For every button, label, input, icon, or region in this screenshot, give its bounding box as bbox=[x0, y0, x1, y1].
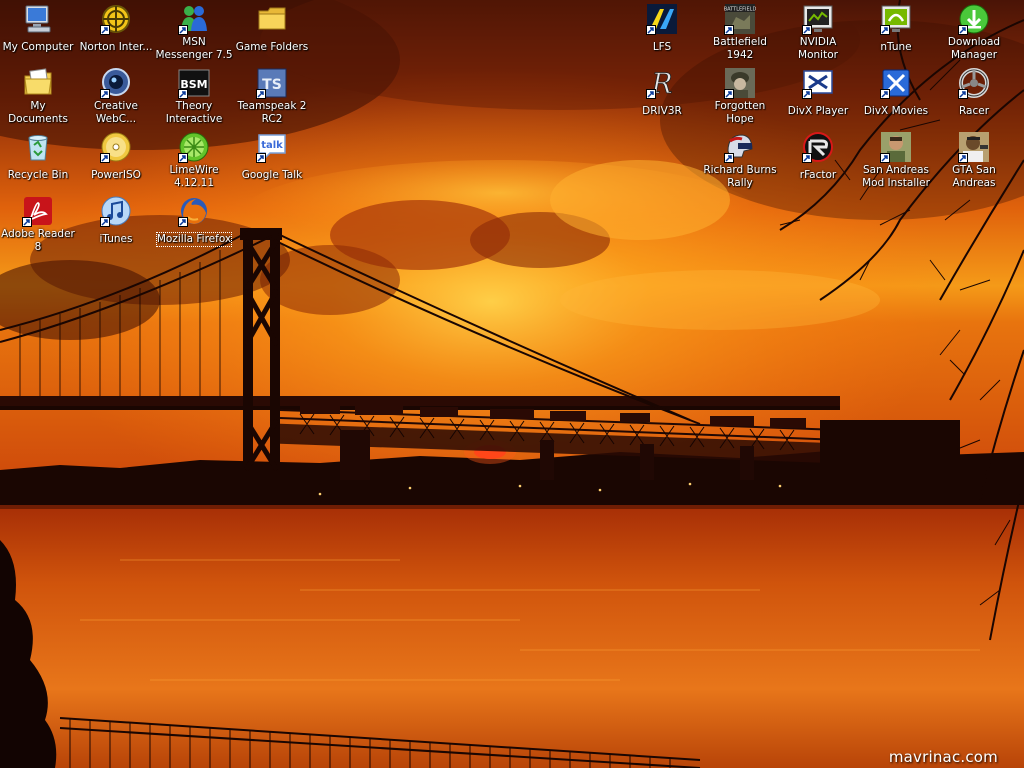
adobe-reader-icon bbox=[22, 195, 54, 227]
desktop-icon-game-folders[interactable]: Game Folders bbox=[233, 3, 311, 65]
shortcut-arrow-icon bbox=[100, 89, 110, 99]
desktop-icon-google-talk[interactable]: talk Google Talk bbox=[233, 131, 311, 193]
shortcut-arrow-icon bbox=[178, 25, 188, 35]
ntune-icon bbox=[880, 3, 912, 35]
desktop-icon-divx-player[interactable]: DivX Player bbox=[779, 67, 857, 129]
desktop-icon-adobe-reader[interactable]: Adobe Reader 8 bbox=[0, 195, 77, 257]
desktop-icon-mozilla-firefox[interactable]: Mozilla Firefox bbox=[155, 195, 233, 257]
divx-movies-icon bbox=[880, 67, 912, 99]
desktop-icon-norton[interactable]: Norton Inter... bbox=[77, 3, 155, 65]
shortcut-arrow-icon bbox=[100, 217, 110, 227]
desktop-icon-forgotten-hope[interactable]: Forgotten Hope bbox=[701, 67, 779, 129]
shortcut-arrow-icon bbox=[178, 153, 188, 163]
shortcut-arrow-icon bbox=[724, 89, 734, 99]
svg-text:BATTLEFIELD: BATTLEFIELD bbox=[724, 7, 756, 13]
shortcut-arrow-icon bbox=[880, 25, 890, 35]
shortcut-arrow-icon bbox=[880, 153, 890, 163]
shortcut-arrow-icon bbox=[880, 89, 890, 99]
shortcut-arrow-icon bbox=[22, 217, 32, 227]
firefox-icon bbox=[178, 195, 210, 227]
wallpaper-watermark: mavrinac.com bbox=[888, 748, 998, 766]
shortcut-arrow-icon bbox=[178, 89, 188, 99]
itunes-icon bbox=[100, 195, 132, 227]
desktop-icon-recycle-bin[interactable]: Recycle Bin bbox=[0, 131, 77, 193]
shortcut-arrow-icon bbox=[100, 153, 110, 163]
google-talk-icon: talk bbox=[256, 131, 288, 163]
rally-helmet-icon bbox=[724, 131, 756, 163]
driv3r-icon: R bbox=[646, 67, 678, 99]
shortcut-arrow-icon bbox=[178, 217, 188, 227]
shortcut-arrow-icon bbox=[802, 25, 812, 35]
desktop-icon-gta-san-andreas[interactable]: GTA San Andreas bbox=[935, 131, 1013, 193]
shortcut-arrow-icon bbox=[958, 25, 968, 35]
rfactor-icon bbox=[802, 131, 834, 163]
desktop-icon-richard-burns-rally[interactable]: Richard Burns Rally bbox=[701, 131, 779, 193]
shortcut-arrow-icon bbox=[646, 89, 656, 99]
desktop-icon-rfactor[interactable]: rFactor bbox=[779, 131, 857, 193]
desktop-icon-download-manager[interactable]: Download Manager bbox=[935, 3, 1013, 65]
desktop-icon-creative-webcam[interactable]: Creative WebC... bbox=[77, 67, 155, 129]
divx-player-icon bbox=[802, 67, 834, 99]
shortcut-arrow-icon bbox=[802, 89, 812, 99]
desktop[interactable]: My Computer My Documents Recycle Bin Ado… bbox=[0, 0, 1024, 768]
desktop-icon-divx-movies[interactable]: DivX Movies bbox=[857, 67, 935, 129]
download-manager-icon bbox=[958, 3, 990, 35]
shortcut-arrow-icon bbox=[958, 153, 968, 163]
desktop-icon-my-documents[interactable]: My Documents bbox=[0, 67, 77, 129]
lfs-icon bbox=[646, 3, 678, 35]
shortcut-arrow-icon bbox=[724, 25, 734, 35]
shortcut-arrow-icon bbox=[958, 89, 968, 99]
recycle-bin-icon bbox=[22, 131, 54, 163]
desktop-icon-theory-interactive[interactable]: BSM Theory Interactive bbox=[155, 67, 233, 129]
shortcut-arrow-icon bbox=[802, 153, 812, 163]
shortcut-arrow-icon bbox=[100, 25, 110, 35]
shortcut-arrow-icon bbox=[256, 89, 266, 99]
shortcut-arrow-icon bbox=[724, 153, 734, 163]
gta-sa-icon bbox=[958, 131, 990, 163]
poweriso-icon bbox=[100, 131, 132, 163]
my-computer-icon bbox=[22, 3, 54, 35]
shortcut-arrow-icon bbox=[646, 25, 656, 35]
desktop-icon-poweriso[interactable]: PowerISO bbox=[77, 131, 155, 193]
desktop-icon-san-andreas-mod-installer[interactable]: San Andreas Mod Installer bbox=[857, 131, 935, 193]
desktop-icon-racer[interactable]: Racer bbox=[935, 67, 1013, 129]
msn-messenger-icon bbox=[178, 3, 210, 35]
limewire-icon bbox=[178, 131, 210, 163]
desktop-icon-driv3r[interactable]: R DRIV3R bbox=[623, 67, 701, 129]
racer-wheel-icon bbox=[958, 67, 990, 99]
desktop-icon-ntune[interactable]: nTune bbox=[857, 3, 935, 65]
folder-icon bbox=[256, 3, 288, 35]
desktop-icon-msn-messenger[interactable]: MSN Messenger 7.5 bbox=[155, 3, 233, 65]
desktop-icon-lfs[interactable]: LFS bbox=[623, 3, 701, 65]
webcam-icon bbox=[100, 67, 132, 99]
forgotten-hope-icon bbox=[724, 67, 756, 99]
shortcut-arrow-icon bbox=[256, 153, 266, 163]
norton-icon bbox=[100, 3, 132, 35]
desktop-icon-limewire[interactable]: LimeWire 4.12.11 bbox=[155, 131, 233, 193]
desktop-icon-battlefield[interactable]: BATTLEFIELD Battlefield 1942 bbox=[701, 3, 779, 65]
desktop-icon-itunes[interactable]: iTunes bbox=[77, 195, 155, 257]
sa-mod-installer-icon bbox=[880, 131, 912, 163]
battlefield-icon: BATTLEFIELD bbox=[724, 3, 756, 35]
teamspeak-icon: TS bbox=[256, 67, 288, 99]
svg-text:talk: talk bbox=[261, 140, 283, 151]
bsm-icon: BSM bbox=[178, 67, 210, 99]
desktop-icon-my-computer[interactable]: My Computer bbox=[0, 3, 77, 65]
nvidia-monitor-icon bbox=[802, 3, 834, 35]
my-documents-icon bbox=[22, 67, 54, 99]
desktop-icon-nvidia-monitor[interactable]: NVIDIA Monitor bbox=[779, 3, 857, 65]
desktop-icon-teamspeak[interactable]: TS Teamspeak 2 RC2 bbox=[233, 67, 311, 129]
